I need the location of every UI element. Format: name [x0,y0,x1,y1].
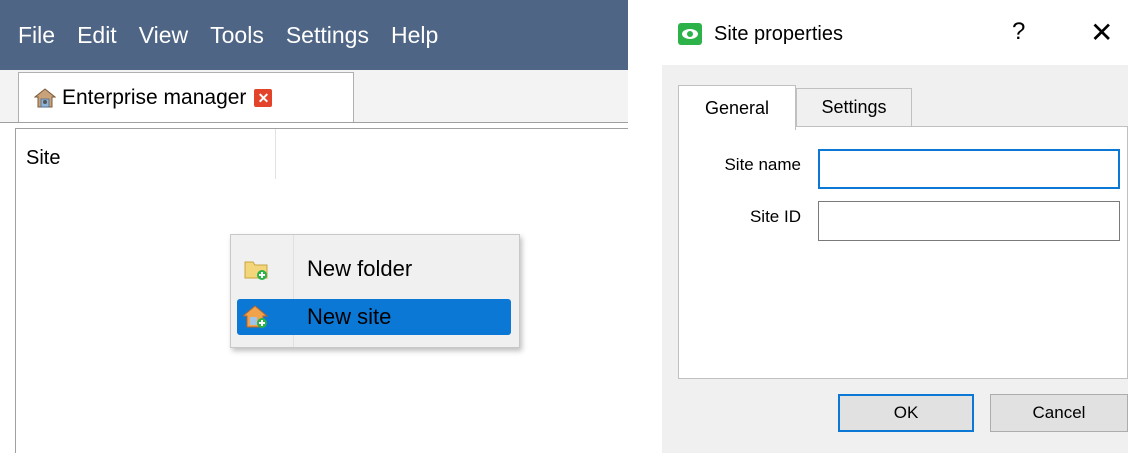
context-menu: New folder New site [230,234,520,348]
dialog-title: Site properties [714,23,843,45]
menu-tools[interactable]: Tools [199,22,275,49]
help-icon[interactable]: ? [1012,18,1025,46]
tab-enterprise-manager[interactable]: Enterprise manager ✕ [18,72,354,122]
column-header-site[interactable]: Site [16,129,276,179]
menu-file[interactable]: File [0,22,66,49]
tab-strip: Enterprise manager ✕ [0,70,628,123]
menu-settings[interactable]: Settings [275,22,380,49]
site-id-label: Site ID [749,207,801,226]
app-logo-icon [678,23,702,45]
menu-item-label: New site [307,304,392,329]
close-icon[interactable]: ✕ [1090,16,1113,49]
folder-add-icon [244,261,268,280]
menu-view[interactable]: View [128,22,199,49]
site-name-input[interactable] [818,149,1120,189]
tab-label: Enterprise manager [62,85,247,109]
menu-item-new-site[interactable]: New site [237,299,511,335]
menu-bar: File Edit View Tools Settings Help [0,0,628,70]
menu-item-label: New folder [307,256,413,281]
site-id-input[interactable] [818,201,1120,241]
site-name-label: Site name [724,155,801,174]
site-properties-dialog: Site properties ? ✕ General Settings Sit… [662,0,1128,453]
cancel-button[interactable]: Cancel [990,394,1128,432]
enterprise-icon [34,87,56,107]
general-tab-panel: Site name Site ID [678,126,1128,379]
tab-settings[interactable]: Settings [796,88,912,127]
tab-general[interactable]: General [678,85,796,130]
menu-edit[interactable]: Edit [66,22,128,49]
ok-button[interactable]: OK [838,394,974,432]
menu-item-new-folder[interactable]: New folder [237,251,511,287]
enterprise-manager-window: File Edit View Tools Settings Help Enter… [0,0,628,453]
house-add-icon [243,305,269,328]
tab-close-icon[interactable]: ✕ [254,88,273,107]
menu-help[interactable]: Help [380,22,449,49]
dialog-title-bar: Site properties ? ✕ [662,0,1128,65]
